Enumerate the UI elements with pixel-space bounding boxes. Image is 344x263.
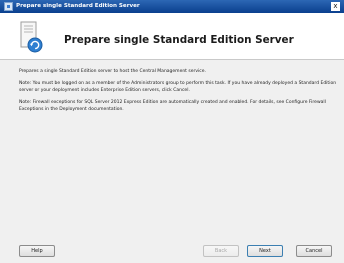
server-with-refresh-icon <box>20 21 43 53</box>
help-button[interactable]: Help <box>19 245 55 257</box>
page-title: Prepare single Standard Edition Server <box>64 34 294 46</box>
window-title: Prepare single Standard Edition Server <box>16 3 140 9</box>
back-button[interactable]: Back <box>203 245 239 257</box>
description-paragraph: Prepares a single Standard Edition serve… <box>19 69 206 74</box>
title-bar[interactable]: Prepare single Standard Edition Server x <box>0 0 344 13</box>
wizard-header: Prepare single Standard Edition Server <box>0 13 344 60</box>
firewall-note: Note: Firewall exceptions for SQL Server… <box>19 99 326 112</box>
description: Prepares a single Standard Edition serve… <box>19 69 337 119</box>
app-icon <box>4 2 13 11</box>
close-icon[interactable]: x <box>331 2 340 11</box>
cancel-button[interactable]: Cancel <box>296 245 332 257</box>
setup-wizard-window: Prepare single Standard Edition Server x… <box>0 0 344 263</box>
next-button[interactable]: Next <box>247 245 283 257</box>
administrators-note: Note: You must be logged on as a member … <box>19 81 337 93</box>
